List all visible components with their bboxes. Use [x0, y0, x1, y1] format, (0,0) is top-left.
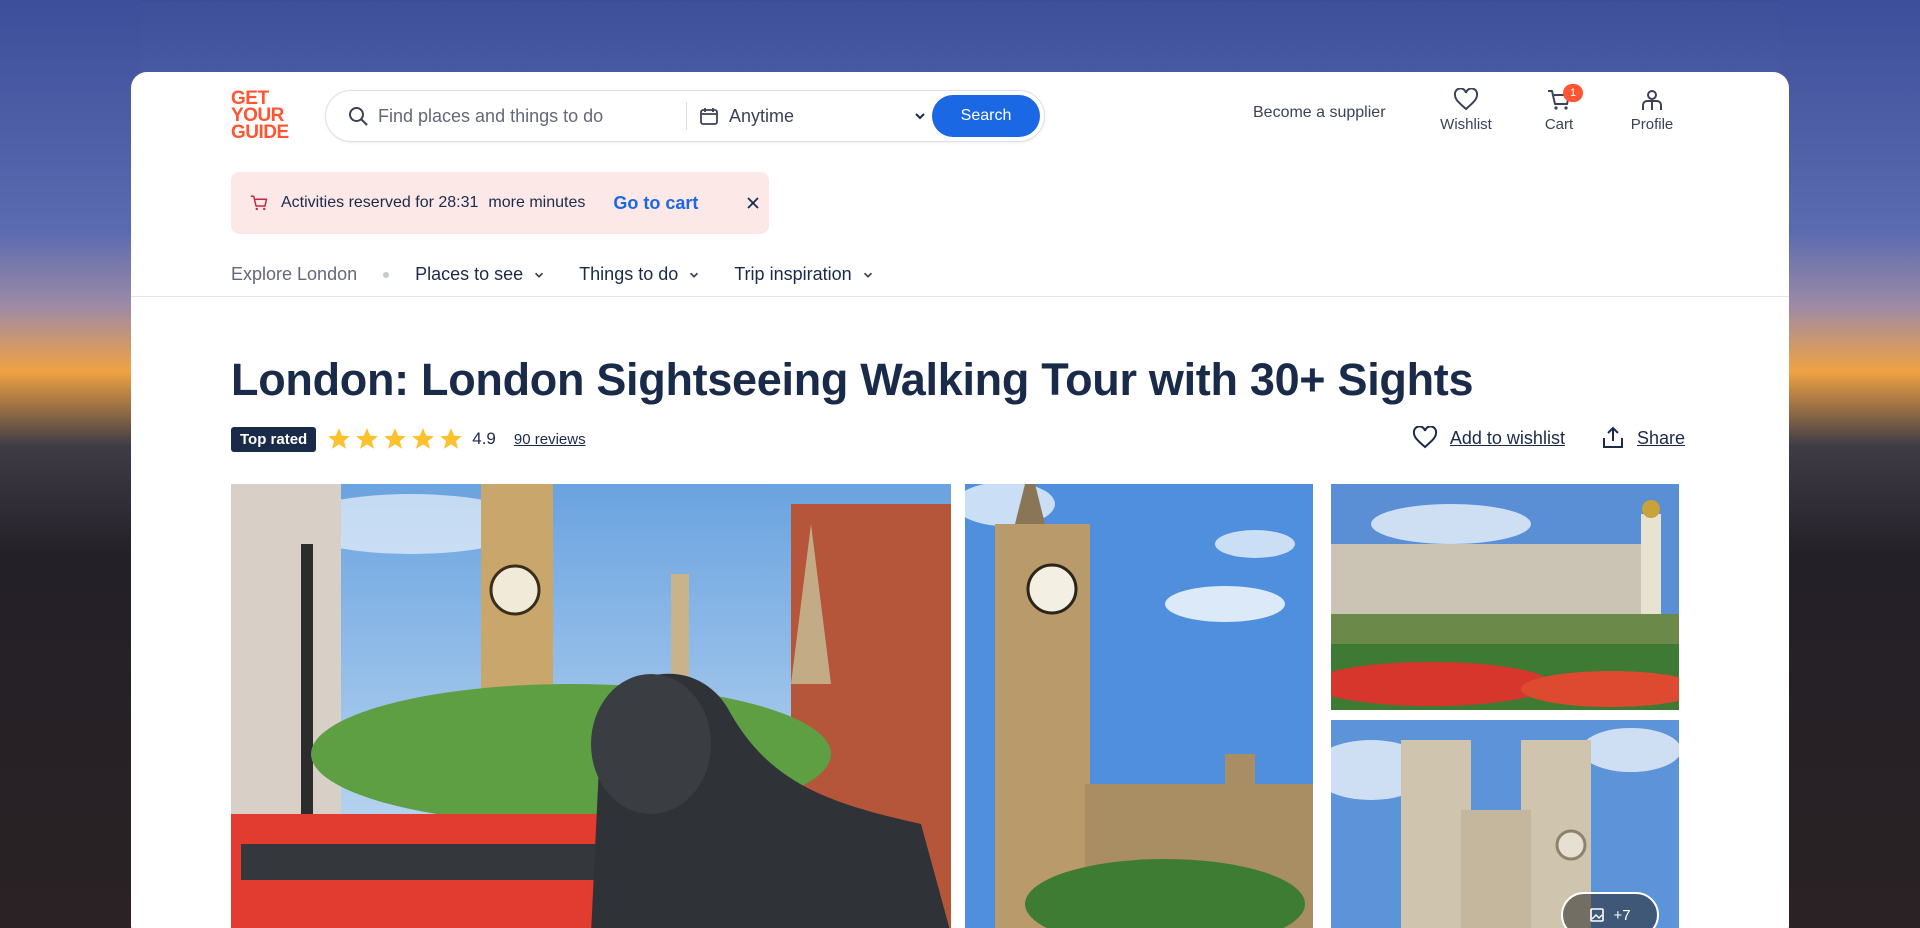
- wishlist-button[interactable]: Wishlist: [1426, 88, 1506, 133]
- cart-button[interactable]: 1 Cart: [1519, 84, 1599, 133]
- add-to-wishlist-button[interactable]: Add to wishlist: [1412, 426, 1565, 450]
- cart-count-badge: 1: [1563, 84, 1583, 102]
- star-icon: [356, 428, 379, 449]
- profile-icon: [1642, 90, 1662, 110]
- cart-icon: [250, 195, 268, 211]
- nav-item-label: Things to do: [579, 264, 679, 284]
- wishlist-action-label: Add to wishlist: [1449, 427, 1565, 448]
- search-icon: [349, 107, 368, 126]
- explore-link[interactable]: Explore London: [231, 264, 357, 285]
- search-input[interactable]: [378, 105, 678, 127]
- date-value: Anytime: [729, 105, 795, 126]
- chevron-down-icon: [863, 272, 872, 278]
- separator-dot: [383, 271, 390, 278]
- nav-places-to-see[interactable]: Places to see: [415, 264, 545, 285]
- gallery-photo-big-ben[interactable]: [965, 484, 1313, 928]
- gallery-photo-westminster-abbey[interactable]: +7: [1331, 720, 1679, 928]
- share-button[interactable]: Share: [1601, 426, 1685, 450]
- gallery-photo-main-trafalgar[interactable]: [231, 484, 951, 928]
- alert-text: Activities reserved for 28:31: [281, 194, 479, 211]
- chevron-down-icon: [690, 272, 699, 278]
- rating-score: 4.9: [472, 429, 496, 448]
- getyourguide-logo[interactable]: GET YOUR GUIDE: [231, 89, 297, 143]
- big-ben-photo: [965, 484, 1313, 928]
- buckingham-palace-photo: [1331, 484, 1679, 710]
- reviews-link[interactable]: 90 reviews: [514, 431, 586, 448]
- calendar-icon: [700, 108, 718, 125]
- chevron-down-icon: [915, 113, 925, 120]
- more-photos-button[interactable]: +7: [1561, 892, 1659, 928]
- profile-label: Profile: [1630, 116, 1674, 133]
- sub-navigation: Explore London Places to see Things to d…: [231, 264, 908, 285]
- star-icon: [328, 428, 351, 449]
- chevron-down-icon: [535, 272, 544, 278]
- star-icon: [412, 428, 435, 449]
- profile-button[interactable]: Profile: [1612, 88, 1692, 133]
- star-icon: [384, 428, 407, 449]
- date-picker[interactable]: Anytime: [699, 91, 927, 141]
- search-divider: [686, 102, 687, 130]
- wallpaper-left: [0, 0, 140, 928]
- cart-reservation-alert: Activities reserved for 28:31 more minut…: [231, 172, 769, 234]
- search-button[interactable]: Search: [932, 95, 1040, 137]
- search-bar: Anytime Search: [325, 90, 1045, 142]
- wishlist-label: Wishlist: [1440, 116, 1492, 133]
- logo-line-3: GUIDE: [231, 122, 289, 143]
- nav-item-label: Trip inspiration: [734, 264, 852, 284]
- go-to-cart-link[interactable]: Go to cart: [613, 193, 698, 214]
- share-icon: [1602, 426, 1623, 448]
- nav-trip-inspiration[interactable]: Trip inspiration: [734, 264, 873, 285]
- page-actions: Add to wishlist Share: [1412, 426, 1685, 450]
- cart-label: Cart: [1544, 116, 1574, 133]
- nav-item-label: Places to see: [415, 264, 524, 284]
- star-rating: [326, 426, 466, 452]
- more-photos-count: +7: [1613, 906, 1631, 924]
- wallpaper-right: [1780, 0, 1920, 928]
- top-rated-badge: Top rated: [231, 426, 317, 452]
- share-label: Share: [1636, 427, 1685, 448]
- heart-icon: [1453, 88, 1479, 111]
- rating-row: Top rated 4.9 90 reviews: [231, 426, 586, 452]
- nav-things-to-do[interactable]: Things to do: [579, 264, 700, 285]
- alert-suffix: more minutes: [488, 194, 586, 211]
- heart-icon: [1412, 426, 1437, 449]
- browser-window: GET YOUR GUIDE Anytime Search Become a s…: [131, 72, 1789, 928]
- gallery-photo-buckingham-palace[interactable]: [1331, 484, 1679, 710]
- star-icon: [440, 428, 463, 449]
- trafalgar-lion-photo: [231, 484, 951, 928]
- nav-divider: [131, 296, 1789, 297]
- become-supplier-link[interactable]: Become a supplier: [1253, 104, 1386, 122]
- image-icon: [1590, 908, 1605, 922]
- page-title: London: London Sightseeing Walking Tour …: [231, 354, 1474, 405]
- close-icon[interactable]: [746, 196, 760, 210]
